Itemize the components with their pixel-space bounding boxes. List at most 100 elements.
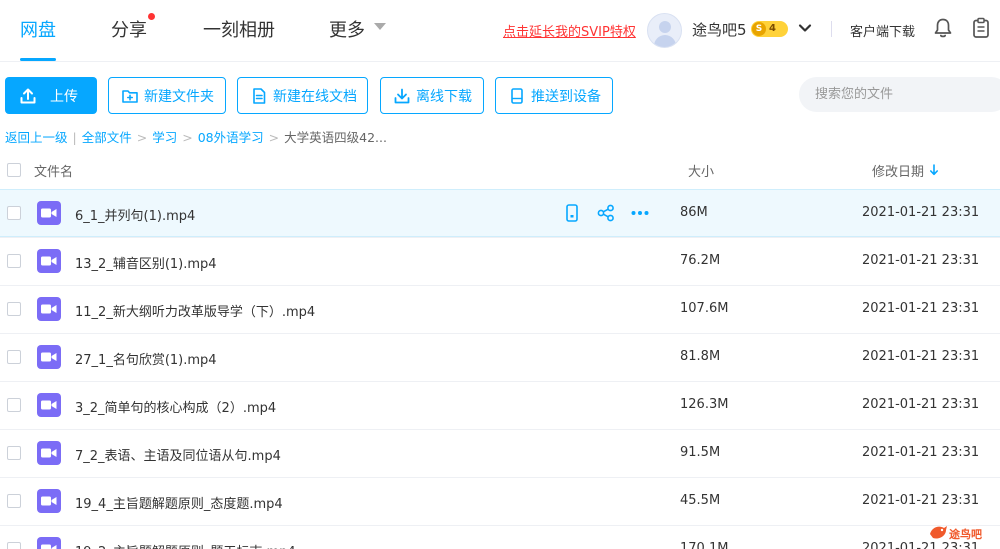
offline-download-button[interactable]: 离线下载 — [380, 77, 484, 114]
table-row[interactable]: 6_1_并列句(1).mp4 86M 2021-01-21 23:31 — [0, 189, 1000, 237]
video-icon — [37, 489, 61, 513]
video-icon — [37, 201, 61, 225]
avatar[interactable] — [647, 13, 682, 48]
file-name[interactable]: 13_2_辅音区别(1).mp4 — [75, 253, 217, 272]
file-date: 2021-01-21 23:31 — [862, 445, 980, 460]
file-size: 45.5M — [680, 493, 721, 508]
new-folder-label: 新建文件夹 — [144, 88, 214, 105]
vip-badge: S 4 — [751, 21, 788, 37]
download-icon — [394, 88, 410, 103]
file-size: 86M — [680, 205, 708, 220]
table-row[interactable]: 3_2_简单句的核心构成（2）.mp4 126.3M 2021-01-21 23… — [0, 381, 1000, 429]
bell-icon[interactable] — [933, 17, 953, 39]
file-size: 170.1M — [680, 541, 729, 549]
nav-tab-netdisk[interactable]: 网盘 — [20, 16, 56, 42]
file-name[interactable]: 3_2_简单句的核心构成（2）.mp4 — [75, 397, 276, 416]
client-download-link[interactable]: 客户端下载 — [850, 21, 915, 40]
watermark-text: 途鸟吧 — [949, 528, 982, 541]
new-online-doc-button[interactable]: 新建在线文档 — [237, 77, 368, 114]
bird-logo-icon — [930, 526, 947, 539]
divider — [831, 21, 832, 37]
push-to-device-button[interactable]: 推送到设备 — [495, 77, 613, 114]
select-all-checkbox[interactable] — [7, 163, 21, 177]
file-date: 2021-01-21 23:31 — [862, 493, 980, 508]
row-checkbox[interactable] — [7, 350, 21, 364]
row-checkbox[interactable] — [7, 446, 21, 460]
breadcrumb-current: 大学英语四级42... — [284, 130, 387, 145]
clipboard-icon[interactable] — [971, 17, 991, 39]
column-header-date[interactable]: 修改日期 — [872, 161, 924, 180]
breadcrumb-separator: | — [72, 130, 77, 145]
file-name[interactable]: 19_4_主旨题解题原则_态度题.mp4 — [75, 493, 283, 512]
video-icon — [37, 345, 61, 369]
upload-button[interactable]: 上传 — [5, 77, 97, 114]
table-row[interactable]: 11_2_新大纲听力改革版导学（下）.mp4 107.6M 2021-01-21… — [0, 285, 1000, 333]
video-icon — [37, 249, 61, 273]
row-checkbox[interactable] — [7, 398, 21, 412]
row-checkbox[interactable] — [7, 494, 21, 508]
file-name[interactable]: 19_2_主旨题解题原则_题干标志.mp4 — [75, 541, 296, 549]
chevron-down-icon[interactable] — [797, 20, 813, 36]
row-checkbox[interactable] — [7, 302, 21, 316]
file-size: 91.5M — [680, 445, 721, 460]
breadcrumb-separator: > — [182, 130, 193, 145]
file-size: 107.6M — [680, 301, 729, 316]
file-name[interactable]: 7_2_表语、主语及同位语从句.mp4 — [75, 445, 281, 464]
active-tab-indicator — [20, 58, 56, 61]
offline-download-label: 离线下载 — [416, 88, 472, 105]
row-checkbox[interactable] — [7, 254, 21, 268]
push-to-device-label: 推送到设备 — [531, 88, 601, 105]
file-list: 6_1_并列句(1).mp4 86M 2021-01-21 23:31 13_2… — [0, 189, 1000, 549]
file-date: 2021-01-21 23:31 — [862, 397, 980, 412]
more-icon[interactable] — [630, 203, 650, 223]
back-link[interactable]: 返回上一级 — [5, 130, 68, 145]
file-date: 2021-01-21 23:31 — [862, 205, 980, 220]
video-icon — [37, 537, 61, 549]
column-header-name[interactable]: 文件名 — [34, 161, 73, 180]
breadcrumb-study[interactable]: 学习 — [152, 130, 177, 145]
upload-icon — [20, 88, 36, 103]
file-name[interactable]: 6_1_并列句(1).mp4 — [75, 205, 195, 224]
notification-dot — [148, 13, 155, 20]
table-row[interactable]: 13_2_辅音区别(1).mp4 76.2M 2021-01-21 23:31 — [0, 237, 1000, 285]
video-icon — [37, 441, 61, 465]
vip-level: 4 — [769, 23, 776, 34]
document-icon — [253, 87, 266, 104]
file-name[interactable]: 27_1_名句欣赏(1).mp4 — [75, 349, 217, 368]
nav-tab-share[interactable]: 分享 — [111, 16, 147, 42]
search-input[interactable] — [799, 77, 1000, 112]
nav-tab-more[interactable]: 更多 — [329, 16, 365, 42]
avatar-body — [654, 35, 676, 47]
share-icon[interactable] — [596, 203, 616, 223]
sort-down-icon[interactable] — [929, 164, 939, 176]
table-row[interactable]: 19_4_主旨题解题原则_态度题.mp4 45.5M 2021-01-21 23… — [0, 477, 1000, 525]
video-icon — [37, 393, 61, 417]
row-checkbox[interactable] — [7, 542, 21, 549]
breadcrumb-all-files[interactable]: 全部文件 — [82, 130, 132, 145]
breadcrumb: 返回上一级 | 全部文件 > 学习 >08外语学习 > 大学英语四级42... — [5, 127, 387, 146]
phone-icon[interactable] — [562, 203, 582, 223]
table-header: 文件名 大小 修改日期 — [0, 152, 1000, 188]
new-online-doc-label: 新建在线文档 — [273, 88, 357, 105]
nav-tab-album[interactable]: 一刻相册 — [203, 16, 275, 42]
svip-renew-link[interactable]: 点击延长我的SVIP特权 — [503, 21, 636, 40]
file-size: 81.8M — [680, 349, 721, 364]
file-date: 2021-01-21 23:31 — [862, 253, 980, 268]
breadcrumb-foreign-language[interactable]: 08外语学习 — [198, 130, 264, 145]
file-size: 76.2M — [680, 253, 721, 268]
table-row[interactable]: 19_2_主旨题解题原则_题干标志.mp4 170.1M 2021-01-21 … — [0, 525, 1000, 549]
table-row[interactable]: 7_2_表语、主语及同位语从句.mp4 91.5M 2021-01-21 23:… — [0, 429, 1000, 477]
file-size: 126.3M — [680, 397, 729, 412]
device-icon — [511, 87, 523, 104]
column-header-size[interactable]: 大小 — [688, 161, 714, 180]
table-row[interactable]: 27_1_名句欣赏(1).mp4 81.8M 2021-01-21 23:31 — [0, 333, 1000, 381]
username[interactable]: 途鸟吧5 — [692, 19, 747, 40]
row-checkbox[interactable] — [7, 206, 21, 220]
top-navigation-bar: 网盘 分享 一刻相册 更多 点击延长我的SVIP特权 途鸟吧5 S 4 客户端下… — [0, 0, 1000, 62]
new-folder-button[interactable]: 新建文件夹 — [108, 77, 226, 114]
avatar-head — [659, 21, 671, 33]
watermark-logo: 途鸟吧 — [927, 521, 997, 547]
file-name[interactable]: 11_2_新大纲听力改革版导学（下）.mp4 — [75, 301, 315, 320]
folder-plus-icon — [122, 89, 138, 103]
caret-down-icon[interactable] — [374, 23, 386, 30]
